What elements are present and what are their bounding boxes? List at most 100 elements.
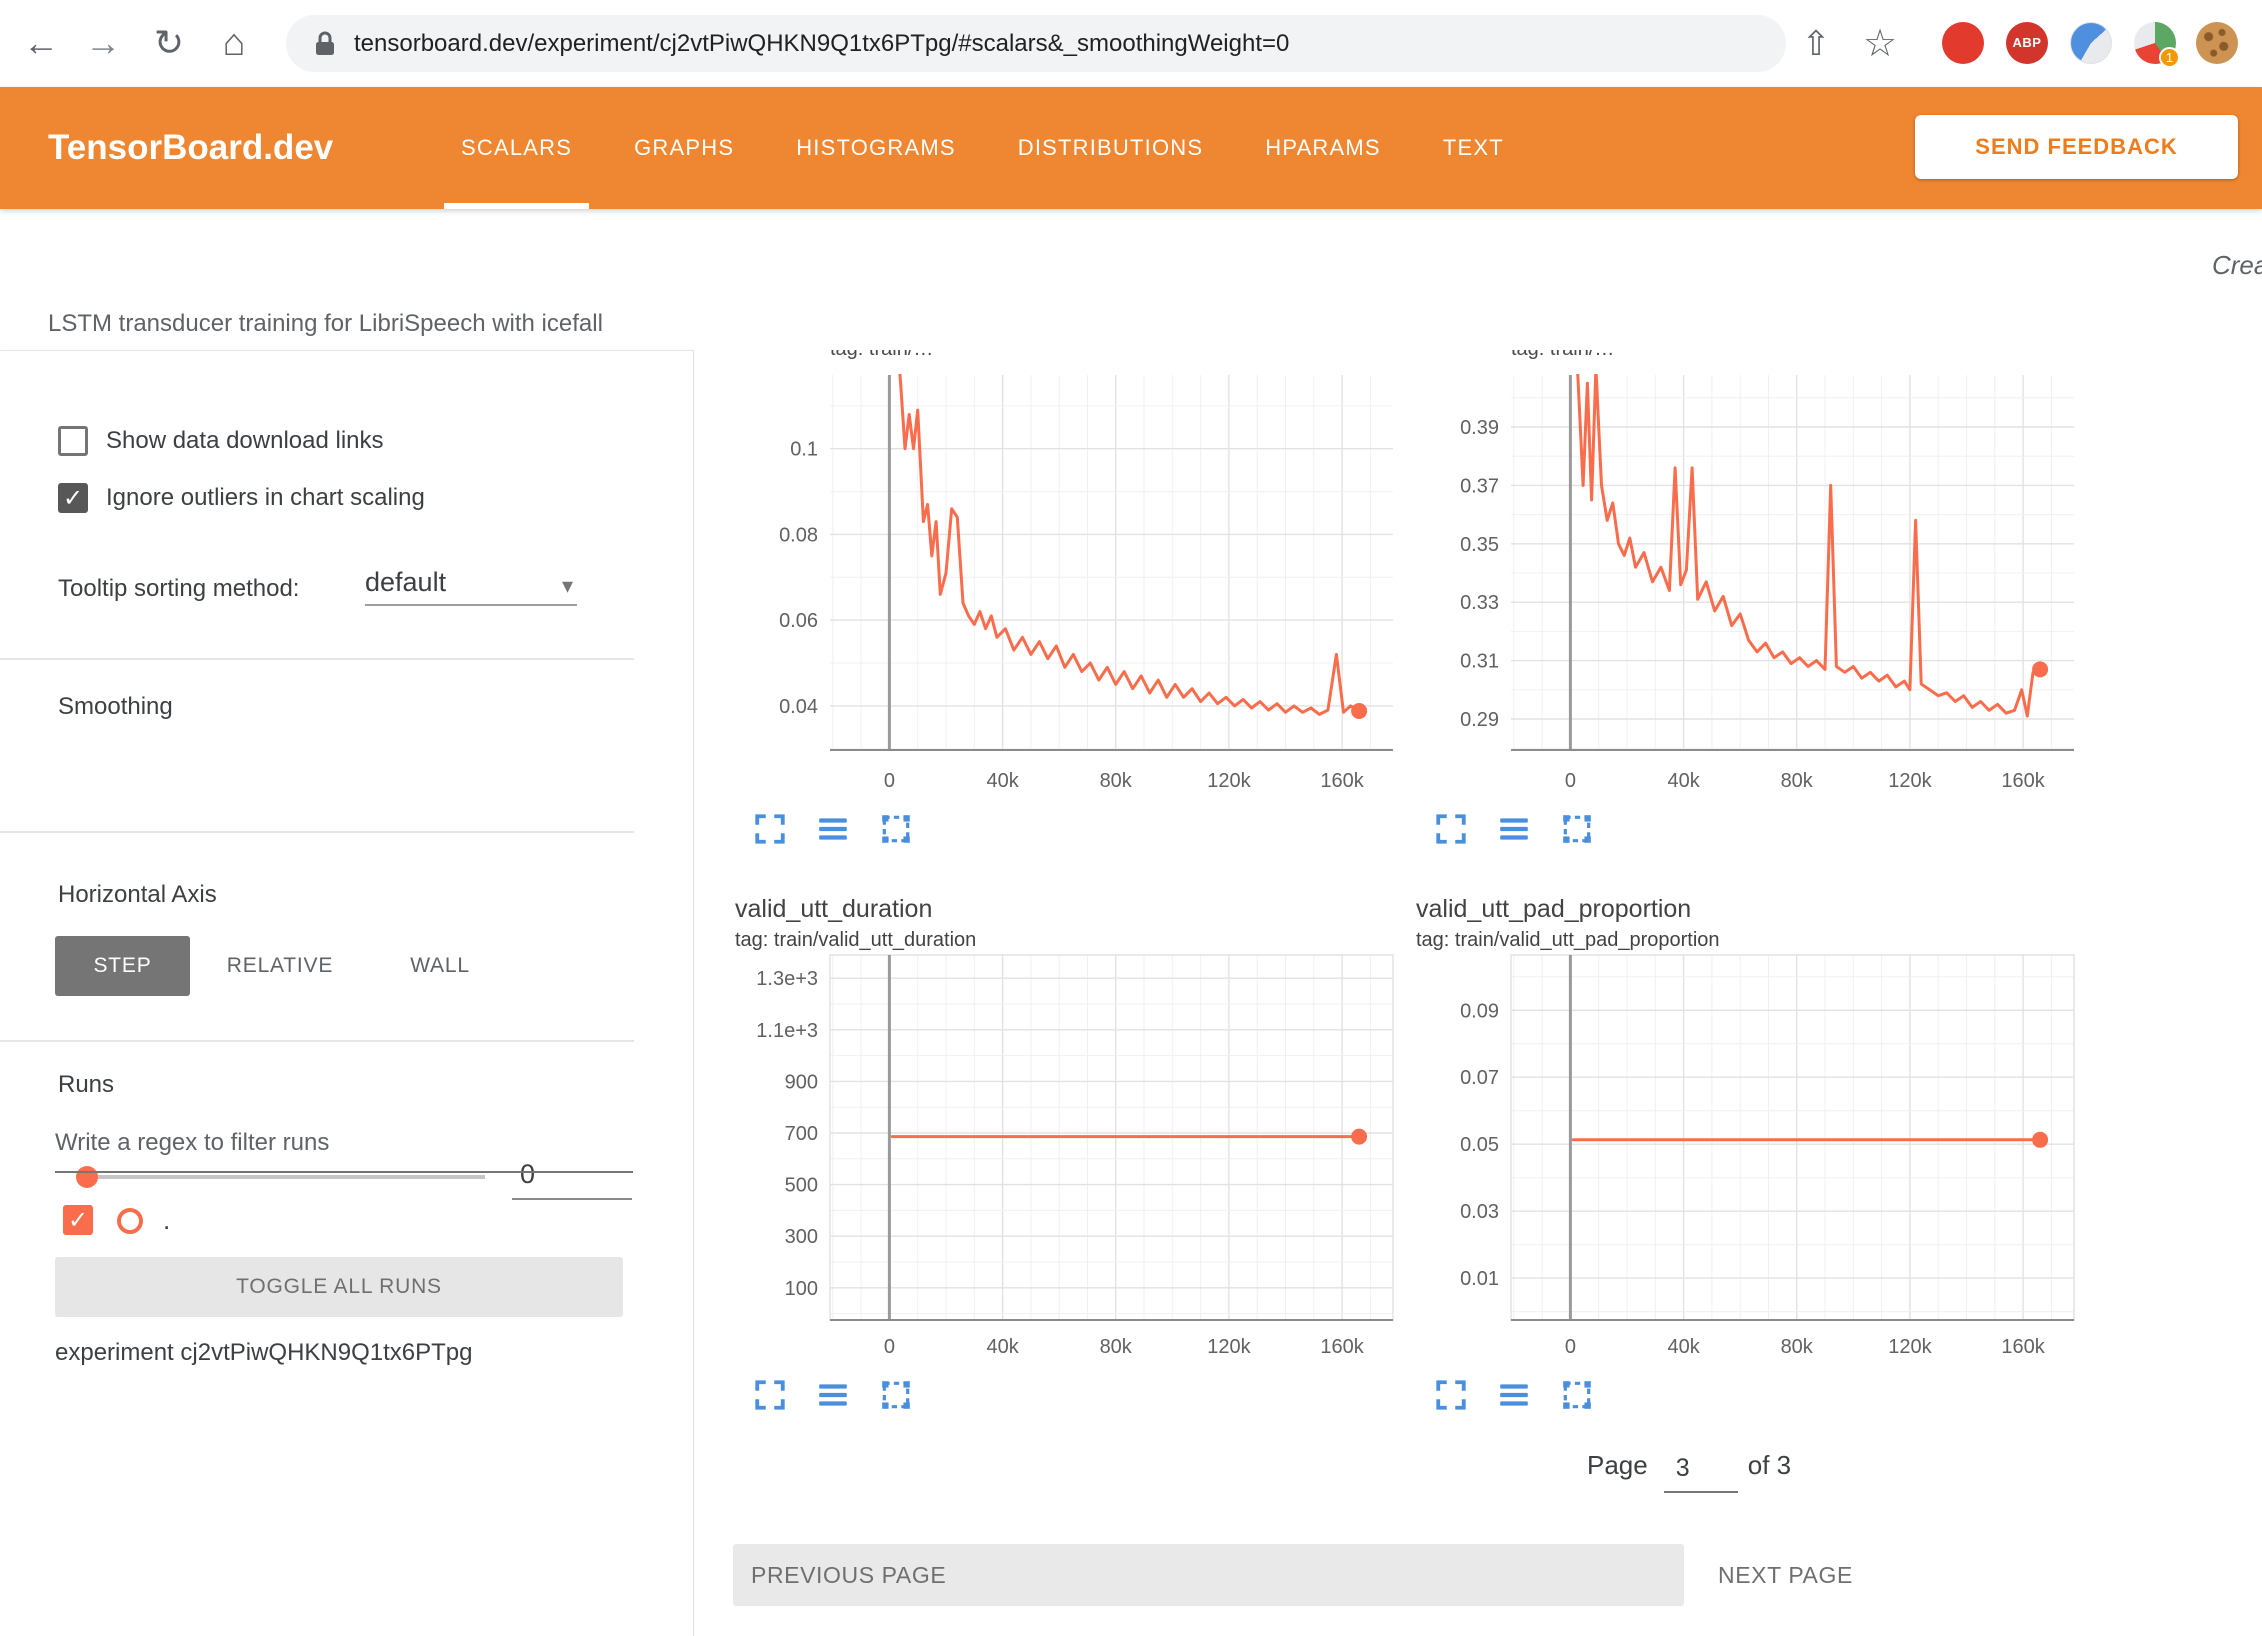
svg-text:0.29: 0.29 (1460, 709, 1499, 731)
sidebar-divider (0, 658, 634, 660)
clipped-create-text: Crea (2212, 250, 2262, 281)
browser-forward-button[interactable]: → (83, 22, 123, 64)
svg-text:0.37: 0.37 (1460, 475, 1499, 497)
smoothing-slider-track[interactable] (87, 1175, 485, 1179)
tooltip-sorting-label: Tooltip sorting method: (58, 575, 299, 603)
svg-text:40k: 40k (986, 770, 1019, 792)
tab-histograms[interactable]: HISTOGRAMS (765, 87, 987, 209)
svg-text:1.1e+3: 1.1e+3 (756, 1020, 818, 1042)
scalar-line-chart-top_right[interactable]: 0.290.310.330.350.370.39040k80k120k160k (1414, 350, 2088, 800)
app-header: TensorBoard.dev SCALARS GRAPHS HISTOGRAM… (0, 87, 2262, 209)
svg-text:0.05: 0.05 (1460, 1134, 1499, 1156)
svg-text:40k: 40k (1667, 1336, 1700, 1358)
tab-scalars[interactable]: SCALARS (430, 87, 603, 209)
fullscreen-icon[interactable] (1434, 812, 1468, 846)
svg-text:700: 700 (785, 1123, 818, 1145)
tooltip-sorting-value: default (365, 567, 446, 597)
svg-text:80k: 80k (1100, 1336, 1133, 1358)
svg-text:40k: 40k (986, 1336, 1019, 1358)
svg-text:80k: 80k (1781, 1336, 1814, 1358)
tab-graphs[interactable]: GRAPHS (603, 87, 765, 209)
scalar-chart-card-valid_utt_duration: valid_utt_duration tag: train/valid_utt_d… (733, 895, 1407, 1425)
browser-reload-button[interactable]: ↻ (149, 22, 189, 64)
fit-domain-icon[interactable] (1560, 1378, 1594, 1412)
scalar-line-chart-top_left[interactable]: 0.040.060.080.1040k80k120k160k (733, 350, 1407, 800)
svg-text:0: 0 (1565, 1336, 1576, 1358)
bookmark-star-icon[interactable]: ☆ (1860, 21, 1900, 66)
tooltip-sorting-dropdown[interactable]: default ▾ (365, 567, 577, 606)
blue-extension-icon[interactable] (2070, 22, 2112, 64)
scalar-chart-card-valid_utt_pad_proportion: valid_utt_pad_proportiontag: train/valid… (1414, 895, 2088, 1425)
svg-text:120k: 120k (1888, 1336, 1932, 1358)
horizontal-axis-label: Horizontal Axis (58, 881, 217, 909)
svg-text:0.39: 0.39 (1460, 417, 1499, 439)
fullscreen-icon[interactable] (1434, 1378, 1468, 1412)
chart-toolbar (1434, 812, 1623, 848)
lines-icon[interactable] (816, 1378, 850, 1412)
app-logo[interactable]: TensorBoard.dev (48, 87, 333, 209)
svg-text:0.06: 0.06 (779, 610, 818, 632)
tab-distributions[interactable]: DISTRIBUTIONS (987, 87, 1235, 209)
svg-text:160k: 160k (1320, 770, 1364, 792)
svg-text:0.07: 0.07 (1460, 1067, 1499, 1089)
abp-extension-icon[interactable]: ABP (2006, 22, 2048, 64)
svg-text:0: 0 (1565, 770, 1576, 792)
scalar-line-chart-valid_utt_pad_proportion[interactable]: 0.010.030.050.070.09040k80k120k160k (1414, 953, 2088, 1368)
ignore-outliers-checkbox[interactable]: ✓ (58, 483, 88, 513)
show-download-links-checkbox[interactable] (58, 426, 88, 456)
toggle-all-runs-button[interactable]: TOGGLE ALL RUNS (55, 1257, 623, 1317)
svg-text:120k: 120k (1207, 1336, 1251, 1358)
pagination: Page 3 of 3 (1587, 1450, 1791, 1493)
check-icon: ✓ (66, 1208, 90, 1233)
profile-avatar[interactable]: 1 (2134, 22, 2176, 64)
previous-page-button[interactable]: PREVIOUS PAGE (733, 1544, 1684, 1606)
svg-text:80k: 80k (1781, 770, 1814, 792)
lines-icon[interactable] (1497, 812, 1531, 846)
share-icon[interactable]: ⇧ (1796, 24, 1836, 64)
fullscreen-icon[interactable] (753, 1378, 787, 1412)
fit-domain-icon[interactable] (1560, 812, 1594, 846)
browser-back-button[interactable]: ← (21, 22, 61, 64)
lock-icon (312, 29, 338, 59)
svg-text:0.01: 0.01 (1460, 1268, 1499, 1290)
avatar-badge: 1 (2159, 47, 2180, 68)
cookie-extension-icon[interactable] (2196, 22, 2238, 64)
lines-icon[interactable] (816, 812, 850, 846)
lines-icon[interactable] (1497, 1378, 1531, 1412)
sidebar-divider (0, 1040, 634, 1042)
svg-text:160k: 160k (1320, 1336, 1364, 1358)
scalar-line-chart-valid_utt_duration[interactable]: 1003005007009001.1e+31.3e+3040k80k120k16… (733, 953, 1407, 1368)
page-label: Page (1587, 1450, 1648, 1481)
axis-step-button[interactable]: STEP (55, 936, 190, 996)
settings-sidebar: Show data download links ✓ Ignore outlie… (0, 350, 694, 1636)
browser-home-button[interactable]: ⌂ (214, 22, 254, 65)
svg-text:900: 900 (785, 1071, 818, 1093)
chart-tag: tag: train/valid_utt_pad_proportion (1416, 929, 1720, 952)
send-feedback-button[interactable]: SEND FEEDBACK (1915, 115, 2238, 179)
chart-tag: tag: train/valid_utt_duration (735, 929, 976, 952)
smoothing-label: Smoothing (58, 693, 173, 721)
experiment-title: LSTM transducer training for LibriSpeech… (48, 310, 603, 338)
chart-title: valid_utt_duration (735, 895, 932, 924)
svg-text:120k: 120k (1888, 770, 1932, 792)
next-page-button[interactable]: NEXT PAGE (1718, 1544, 1853, 1606)
show-download-links-label: Show data download links (106, 426, 384, 456)
chart-toolbar (753, 1378, 942, 1414)
check-icon: ✓ (61, 486, 85, 511)
run-checkbox[interactable]: ✓ (63, 1205, 93, 1235)
page-number-input[interactable]: 3 (1664, 1450, 1738, 1493)
fit-domain-icon[interactable] (879, 1378, 913, 1412)
axis-relative-button[interactable]: RELATIVE (200, 936, 360, 996)
adblock-extension-icon[interactable] (1942, 22, 1984, 64)
svg-text:0.1: 0.1 (790, 439, 818, 461)
url-bar[interactable]: tensorboard.dev/experiment/cj2vtPiwQHKN9… (286, 15, 1786, 72)
axis-wall-button[interactable]: WALL (385, 936, 495, 996)
runs-filter-placeholder: Write a regex to filter runs (55, 1129, 329, 1156)
runs-filter-input[interactable]: Write a regex to filter runs (55, 1129, 633, 1173)
fit-domain-icon[interactable] (879, 812, 913, 846)
tab-text[interactable]: TEXT (1412, 87, 1535, 209)
runs-section-label: Runs (58, 1071, 114, 1099)
tab-hparams[interactable]: HPARAMS (1234, 87, 1412, 209)
fullscreen-icon[interactable] (753, 812, 787, 846)
browser-toolbar: ← → ↻ ⌂ tensorboard.dev/experiment/cj2vt… (0, 0, 2262, 87)
